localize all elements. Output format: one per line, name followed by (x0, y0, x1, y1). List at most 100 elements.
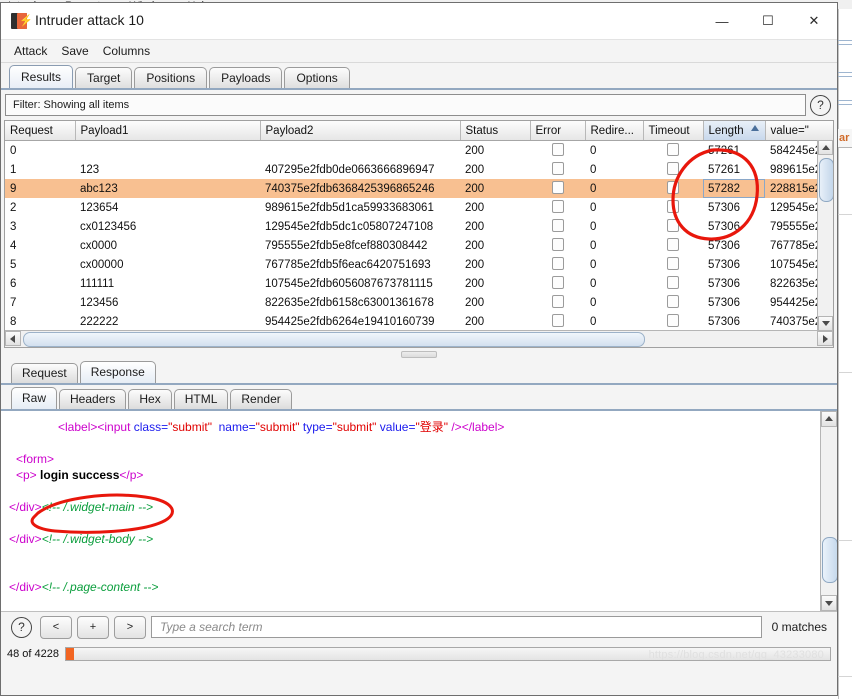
cell-timeout-checkbox[interactable] (643, 198, 703, 217)
tab-raw[interactable]: Raw (11, 387, 58, 409)
menu-attack[interactable]: Attack (7, 42, 54, 60)
table-row[interactable]: 5 cx00000 767785e2fdb5f6eac6420751693 200 0 5… (5, 255, 833, 274)
cell-error-checkbox[interactable] (530, 160, 585, 179)
tab-options[interactable]: Options (284, 67, 350, 88)
tab-target[interactable]: Target (75, 67, 133, 88)
background-side-tab[interactable]: ar (838, 129, 852, 148)
filter-bar[interactable]: Filter: Showing all items (5, 94, 806, 116)
tab-request[interactable]: Request (11, 363, 78, 383)
menu-columns[interactable]: Columns (96, 42, 157, 60)
checkbox-icon[interactable] (551, 199, 564, 213)
search-prev-button[interactable]: < (40, 615, 72, 639)
cell-error-checkbox[interactable] (530, 274, 585, 293)
tab-html[interactable]: HTML (173, 389, 229, 409)
cell-timeout-checkbox[interactable] (643, 217, 703, 236)
table-row[interactable]: 7 123456 822635e2fdb6158c63001361678 200 0 57… (5, 293, 833, 312)
checkbox-icon[interactable] (551, 313, 564, 327)
cell-error-checkbox[interactable] (530, 236, 585, 255)
col-header-timeout[interactable]: Timeout (643, 121, 704, 141)
tab-render[interactable]: Render (230, 389, 292, 409)
checkbox-icon[interactable] (667, 142, 679, 156)
cell-error-checkbox[interactable] (530, 312, 585, 331)
search-next-button[interactable]: > (114, 615, 146, 639)
results-vscroll-thumb[interactable] (819, 158, 833, 202)
response-scroll-up-arrow-icon[interactable] (821, 411, 837, 427)
table-row[interactable]: 9 abc123 740375e2fdb6368425396865246 200 0 57… (5, 179, 833, 198)
cell-timeout-checkbox[interactable] (643, 236, 703, 255)
checkbox-icon[interactable] (667, 294, 679, 308)
col-header-redirections[interactable]: Redire... (585, 121, 644, 141)
table-row[interactable]: 0200057261584245e2fdb5c71 (5, 141, 833, 161)
checkbox-icon[interactable] (551, 294, 564, 308)
table-row[interactable]: 1 123 407295e2fdb0de0663666896947 200 0 57261… (5, 160, 833, 179)
checkbox-icon[interactable] (551, 275, 564, 289)
scroll-up-arrow-icon[interactable] (818, 140, 833, 155)
checkbox-icon[interactable] (667, 275, 679, 289)
cell-error-checkbox[interactable] (530, 179, 585, 198)
tab-positions[interactable]: Positions (134, 67, 208, 88)
response-vertical-scrollbar[interactable] (820, 411, 837, 611)
col-header-value[interactable]: value=" (765, 121, 833, 141)
scroll-left-arrow-icon[interactable] (5, 331, 21, 346)
checkbox-icon[interactable] (551, 256, 564, 270)
table-row[interactable]: 3 cx0123456 129545e2fdb5dc1c05807247108 200… (5, 217, 833, 236)
scroll-down-arrow-icon[interactable] (818, 316, 833, 331)
checkbox-icon[interactable] (667, 161, 679, 175)
results-vertical-scrollbar[interactable] (817, 140, 833, 331)
table-row[interactable]: 6 111111 107545e2fdb6056087673781115 200 0 57… (5, 274, 833, 293)
response-vscroll-thumb[interactable] (822, 537, 837, 583)
col-header-payload1[interactable]: Payload1 (75, 121, 261, 141)
table-row[interactable]: 4 cx0000 795555e2fdb5e8fcef880308442 200 0 57… (5, 236, 833, 255)
checkbox-icon[interactable] (551, 142, 564, 156)
checkbox-icon[interactable] (667, 237, 679, 251)
splitter-grip[interactable] (401, 351, 437, 358)
col-header-error[interactable]: Error (530, 121, 586, 141)
response-scroll-down-arrow-icon[interactable] (821, 595, 837, 611)
search-question-mark-icon[interactable]: ? (11, 616, 32, 638)
cell-timeout-checkbox[interactable] (643, 255, 703, 274)
checkbox-icon[interactable] (551, 218, 564, 232)
minimize-button[interactable]: — (699, 3, 745, 39)
response-raw-text[interactable]: <label><input class="submit" name="submi… (1, 411, 820, 611)
scroll-right-arrow-icon[interactable] (817, 331, 833, 346)
tab-results[interactable]: Results (9, 65, 74, 88)
results-hscroll-thumb[interactable] (23, 332, 645, 347)
checkbox-icon[interactable] (667, 199, 679, 213)
maximize-button[interactable]: ☐ (745, 3, 791, 39)
cell-timeout-checkbox[interactable] (643, 179, 703, 198)
checkbox-icon[interactable] (667, 218, 679, 232)
table-row[interactable]: 2 123654 989615e2fdb5d1ca59933683061 200 0 57… (5, 198, 833, 217)
checkbox-icon[interactable] (667, 256, 679, 270)
panel-splitter[interactable] (1, 348, 837, 359)
menu-save[interactable]: Save (54, 42, 95, 60)
col-header-request[interactable]: Request (5, 121, 76, 141)
cell-error-checkbox[interactable] (530, 198, 585, 217)
close-button[interactable]: ✕ (791, 3, 837, 39)
table-row[interactable]: 8 222222 954425e2fdb6264e19410160739 200 0 57… (5, 312, 833, 331)
checkbox-icon[interactable] (551, 237, 564, 251)
tab-payloads[interactable]: Payloads (209, 67, 283, 88)
checkbox-icon[interactable] (551, 180, 564, 194)
cell-timeout-checkbox[interactable] (643, 274, 703, 293)
results-horizontal-scrollbar[interactable] (5, 330, 833, 347)
cell-error-checkbox[interactable] (530, 293, 585, 312)
cell-timeout-checkbox[interactable] (643, 160, 703, 179)
search-input[interactable]: Type a search term (151, 616, 762, 638)
cell-timeout-checkbox[interactable] (643, 293, 703, 312)
col-header-payload2[interactable]: Payload2 (260, 121, 461, 141)
question-mark-icon[interactable]: ? (810, 94, 831, 116)
cell-error-checkbox[interactable] (530, 141, 585, 161)
col-header-status[interactable]: Status (460, 121, 531, 141)
tab-hex[interactable]: Hex (128, 389, 172, 409)
cell-timeout-checkbox[interactable] (643, 312, 703, 331)
checkbox-icon[interactable] (667, 180, 679, 194)
tab-headers[interactable]: Headers (59, 389, 127, 409)
tab-response[interactable]: Response (79, 361, 156, 383)
checkbox-icon[interactable] (551, 161, 564, 175)
cell-timeout-checkbox[interactable] (643, 141, 703, 161)
search-add-button[interactable]: + (77, 615, 109, 639)
cell-error-checkbox[interactable] (530, 255, 585, 274)
cell-error-checkbox[interactable] (530, 217, 585, 236)
col-header-length[interactable]: Length (703, 121, 766, 141)
checkbox-icon[interactable] (667, 313, 679, 327)
